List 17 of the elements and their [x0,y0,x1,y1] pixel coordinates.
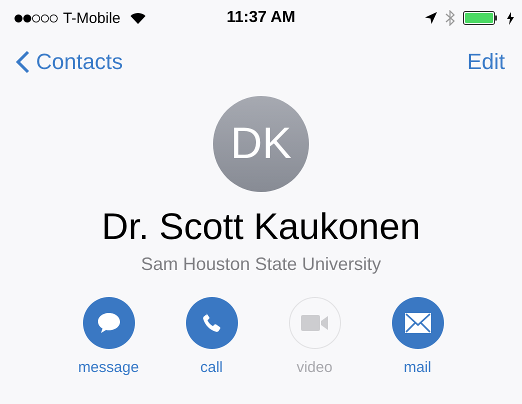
chevron-left-icon [16,50,30,74]
speech-bubble-icon [96,311,122,335]
carrier-name: T-Mobile [63,10,121,26]
status-time: 11:37 AM [226,9,296,27]
avatar-initials: DK [213,96,309,192]
video-camera-icon [300,313,330,333]
envelope-icon [404,312,432,334]
wifi-icon [130,12,146,24]
back-link[interactable]: Contacts [16,49,123,75]
bluetooth-icon [445,10,455,26]
edit-link[interactable]: Edit [467,49,505,75]
contact-organization: Sam Houston State University [140,254,382,275]
signal-dots-icon [14,14,58,22]
location-arrow-icon [425,12,437,24]
charging-bolt-icon [507,12,514,24]
contact-name: Dr. Scott Kaukonen [102,206,420,248]
battery-icon [463,11,499,25]
